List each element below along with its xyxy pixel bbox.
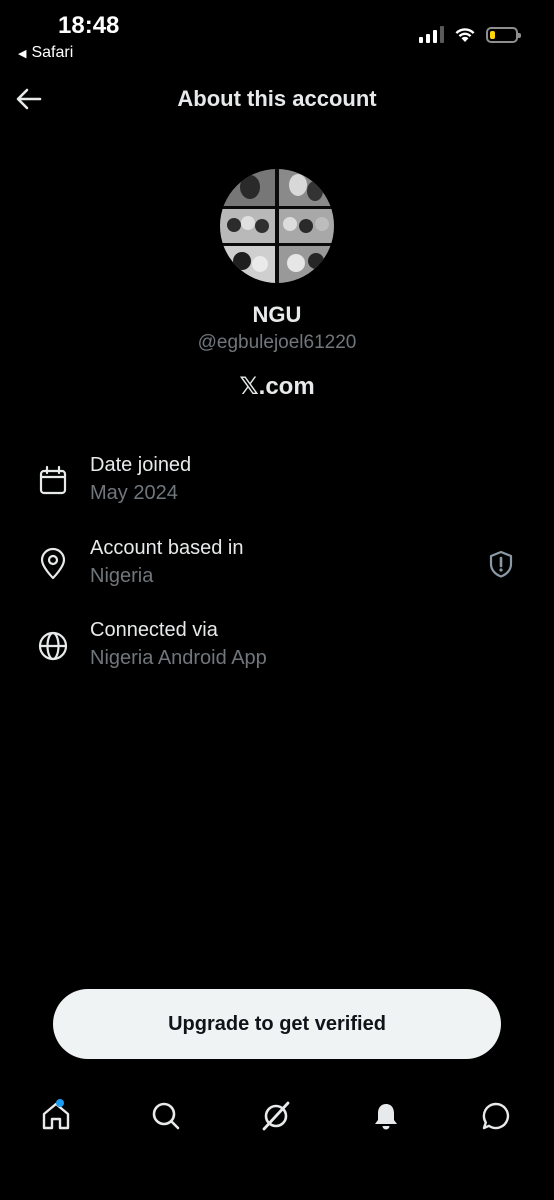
tab-search[interactable] <box>146 1096 186 1136</box>
upgrade-to-get-verified-button[interactable]: Upgrade to get verified <box>53 989 501 1059</box>
status-indicators <box>419 26 521 43</box>
location-pin-icon <box>40 547 66 580</box>
account-based-in-value: Nigeria <box>90 565 154 587</box>
messages-icon <box>482 1102 510 1130</box>
page-title: About this account <box>177 86 377 111</box>
about-account-screen: 18:48 ◀ Safari About this account NGU @e… <box>0 0 554 1200</box>
tab-home[interactable] <box>36 1096 76 1136</box>
account-based-in-label: Account based in <box>90 537 244 559</box>
back-to-app-link[interactable]: ◀ Safari <box>18 44 73 62</box>
x-com-label: 𝕏.com <box>239 373 315 400</box>
back-app-label: Safari <box>31 44 74 61</box>
tab-grok[interactable] <box>256 1096 296 1136</box>
tab-messages[interactable] <box>476 1096 516 1136</box>
home-notification-dot <box>56 1099 64 1107</box>
battery-icon <box>486 26 521 43</box>
avatar[interactable] <box>220 169 334 283</box>
status-time: 18:48 <box>58 12 120 39</box>
connected-via-row: Connected via Nigeria Android App <box>0 617 554 677</box>
globe-icon <box>38 631 68 661</box>
bell-icon <box>375 1104 397 1130</box>
username-handle: @egbulejoel61220 <box>197 332 357 353</box>
search-icon <box>152 1102 180 1130</box>
shield-icon[interactable] <box>486 549 516 579</box>
wifi-icon <box>455 28 475 42</box>
date-joined-value: May 2024 <box>90 482 178 504</box>
date-joined-row: Date joined May 2024 <box>0 452 554 512</box>
display-name: NGU <box>252 302 302 327</box>
grok-icon <box>262 1101 290 1131</box>
connected-via-value: Nigeria Android App <box>90 647 267 669</box>
tab-notifications[interactable] <box>366 1096 406 1136</box>
cellular-signal-icon <box>419 26 444 43</box>
back-triangle-icon: ◀ <box>18 47 27 60</box>
calendar-icon <box>39 465 67 495</box>
account-based-in-row: Account based in Nigeria <box>0 535 554 595</box>
date-joined-label: Date joined <box>90 454 192 476</box>
connected-via-label: Connected via <box>90 619 218 641</box>
